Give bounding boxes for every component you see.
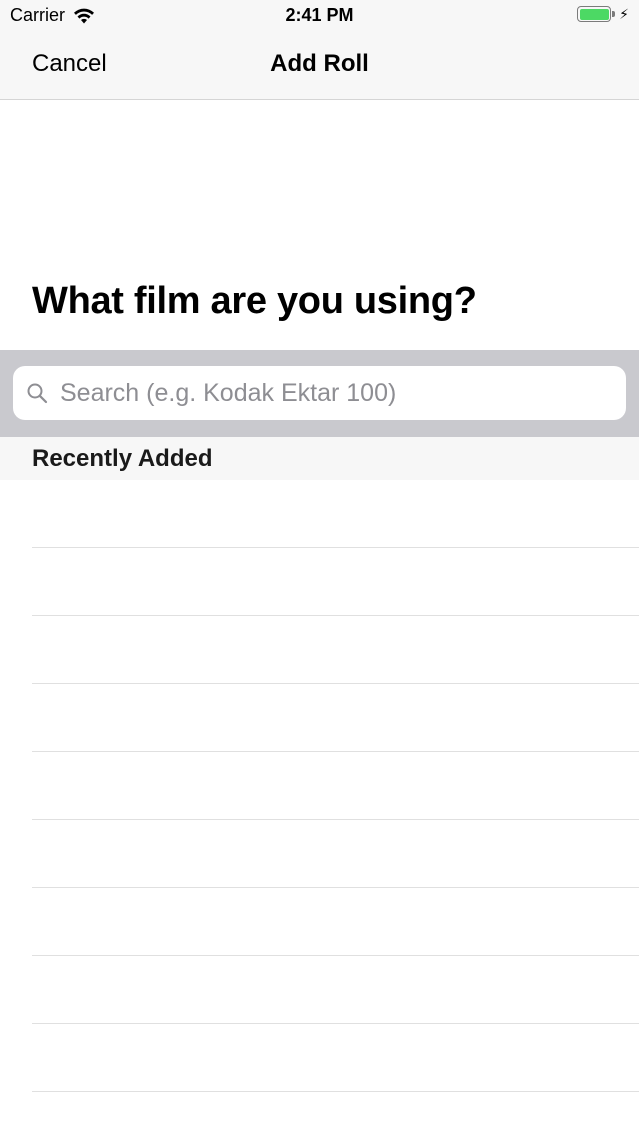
section-header: Recently Added [0,437,639,480]
film-list [0,480,639,1092]
search-bar [0,350,639,437]
list-item[interactable] [0,752,639,820]
status-bar: Carrier 2:41 PM ⚡ [0,0,639,34]
search-field[interactable] [13,366,626,420]
search-input[interactable] [58,377,626,409]
battery-cap [612,11,616,17]
navigation-bar: Cancel Add Roll [0,34,639,100]
list-item[interactable] [0,616,639,684]
list-item[interactable] [0,1024,639,1092]
battery-level [579,8,609,20]
battery-indicator: ⚡ [577,6,629,22]
row-separator [32,1091,639,1092]
page-heading: What film are you using? [32,280,477,322]
list-item[interactable] [0,888,639,956]
nav-title: Add Roll [270,50,369,77]
charging-bolt-icon: ⚡ [619,6,629,22]
status-time: 2:41 PM [285,5,354,25]
list-item[interactable] [0,548,639,616]
list-item[interactable] [0,956,639,1024]
battery-icon [577,6,612,22]
section-title: Recently Added [32,445,213,472]
search-icon [27,383,48,404]
list-item[interactable] [0,480,639,548]
list-item[interactable] [0,684,639,752]
list-item[interactable] [0,820,639,888]
